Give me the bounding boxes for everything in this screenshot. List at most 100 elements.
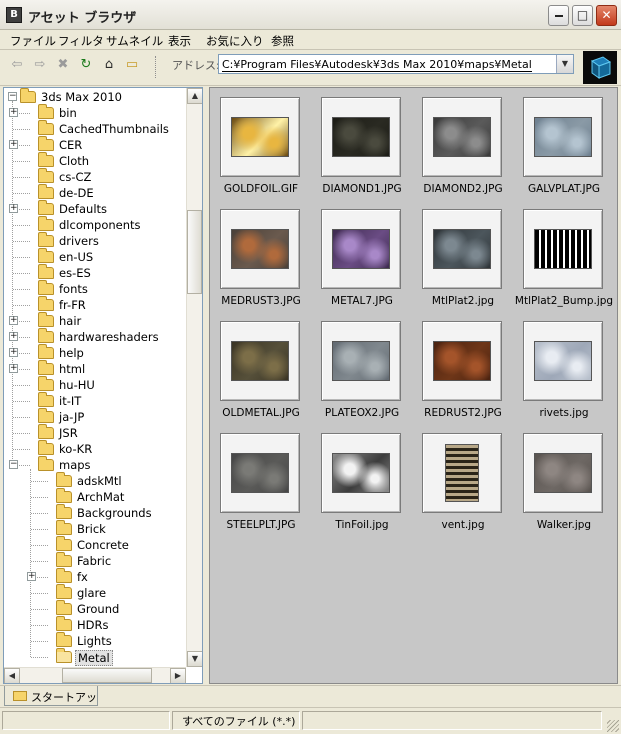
minimize-button[interactable]: 0 — [548, 5, 569, 26]
scroll-down-icon[interactable]: ▼ — [187, 651, 202, 667]
expand-icon[interactable]: + — [9, 332, 18, 341]
thumbnail-item[interactable] — [523, 321, 603, 401]
tree-item[interactable]: + hair — [4, 312, 186, 329]
address-field[interactable]: C:¥Program Files¥Autodesk¥3ds Max 2010¥m… — [218, 54, 574, 74]
tree-item[interactable]: − 3ds Max 2010 — [4, 88, 186, 105]
tree-item[interactable]: cs-CZ — [4, 168, 186, 185]
thumbnail-item[interactable] — [523, 209, 603, 289]
thumbnail-item[interactable] — [220, 433, 300, 513]
tree-item[interactable]: Lights — [4, 632, 186, 649]
thumbnail-item[interactable] — [321, 97, 401, 177]
folder-icon — [38, 328, 54, 343]
thumbnail-item[interactable] — [220, 321, 300, 401]
tree-item[interactable]: dlcomponents — [4, 216, 186, 233]
home-icon[interactable]: ⌂ — [100, 56, 118, 74]
tree-item[interactable]: + hardwareshaders — [4, 328, 186, 345]
thumbnail-item[interactable] — [422, 433, 502, 513]
scroll-left-icon[interactable]: ◀ — [4, 668, 20, 683]
tree-item[interactable]: Ground — [4, 600, 186, 617]
expand-icon[interactable]: + — [27, 572, 36, 581]
h-scroll-thumb[interactable] — [62, 668, 152, 683]
tree-item[interactable]: glare — [4, 584, 186, 601]
tree-item[interactable]: drivers — [4, 232, 186, 249]
tree-item[interactable]: − maps — [4, 456, 186, 473]
tree-item[interactable]: Fabric — [4, 552, 186, 569]
tree-item[interactable]: Cloth — [4, 152, 186, 169]
tree-guide-line — [31, 609, 48, 610]
tree-vertical-scrollbar[interactable]: ▲ ▼ — [186, 88, 202, 667]
tree-item[interactable]: + CER — [4, 136, 186, 153]
folder-icon — [38, 136, 54, 151]
expand-icon[interactable]: + — [9, 364, 18, 373]
menu-file[interactable]: ファイル — [10, 33, 56, 49]
scroll-thumb[interactable] — [187, 210, 202, 294]
menu-view[interactable]: 表示 — [168, 33, 191, 49]
refresh-icon[interactable]: ↻ — [77, 56, 95, 74]
tree-item[interactable]: hu-HU — [4, 376, 186, 393]
address-dropdown-button[interactable]: ▼ — [556, 55, 573, 73]
scroll-up-icon[interactable]: ▲ — [187, 88, 202, 104]
toolbar-separator — [155, 56, 157, 78]
thumbnail-item[interactable] — [422, 321, 502, 401]
menu-filter[interactable]: フィルタ — [58, 33, 104, 49]
resize-grip-icon[interactable] — [607, 720, 619, 732]
thumbnail-item[interactable] — [523, 433, 603, 513]
tab-startup[interactable]: スタートアップ — [4, 686, 98, 720]
folder-icon — [38, 232, 54, 247]
forward-arrow-icon[interactable]: ⇨ — [31, 56, 49, 74]
tree-item[interactable]: ko-KR — [4, 440, 186, 457]
tree-item[interactable]: de-DE — [4, 184, 186, 201]
tree-item[interactable]: + html — [4, 360, 186, 377]
expand-icon[interactable]: + — [9, 204, 18, 213]
tree-item[interactable]: Metal — [4, 648, 186, 666]
tree-item[interactable]: HDRs — [4, 616, 186, 633]
folder-icon — [38, 296, 54, 311]
thumbnail-label: MtlPlat2_Bump.jpg — [514, 295, 614, 307]
tree-item[interactable]: ArchMat — [4, 488, 186, 505]
tree-item[interactable]: JSR — [4, 424, 186, 441]
tree-item[interactable]: + Defaults — [4, 200, 186, 217]
tree-item[interactable]: Brick — [4, 520, 186, 537]
tree-item[interactable]: fonts — [4, 280, 186, 297]
tree-item[interactable]: Backgrounds — [4, 504, 186, 521]
thumbnail-item[interactable] — [523, 97, 603, 177]
close-button[interactable]: ✕ — [596, 5, 617, 26]
texture-preview-image — [231, 453, 289, 493]
thumbnail-item[interactable] — [220, 97, 300, 177]
thumbnail-item[interactable] — [321, 433, 401, 513]
menu-browse[interactable]: 参照 — [271, 33, 294, 49]
expand-icon[interactable]: + — [9, 348, 18, 357]
tree-item[interactable]: CachedThumbnails — [4, 120, 186, 137]
thumbnail-item[interactable] — [422, 209, 502, 289]
scroll-right-icon[interactable]: ▶ — [170, 668, 186, 683]
maximize-button[interactable]: □ — [572, 5, 593, 26]
stop-icon[interactable]: ✖ — [54, 56, 72, 74]
expand-icon[interactable]: + — [9, 108, 18, 117]
tree-item[interactable]: + help — [4, 344, 186, 361]
expand-icon[interactable]: + — [9, 140, 18, 149]
collapse-icon[interactable]: − — [9, 460, 18, 469]
tree-item[interactable]: Concrete — [4, 536, 186, 553]
tree-item[interactable]: it-IT — [4, 392, 186, 409]
thumbnail-label: DIAMOND1.JPG — [322, 183, 402, 195]
tree-item[interactable]: fr-FR — [4, 296, 186, 313]
menu-favorites[interactable]: お気に入り — [206, 33, 264, 49]
tree-item[interactable]: en-US — [4, 248, 186, 265]
thumbnail-item[interactable] — [321, 209, 401, 289]
folder-up-icon[interactable]: ▭ — [123, 56, 141, 74]
tree-item[interactable]: adskMtl — [4, 472, 186, 489]
folder-tree[interactable]: ▲ ▼ ◀ ▶ − 3ds Max 2010 + bin CachedThumbnail… — [3, 87, 203, 684]
collapse-icon[interactable]: − — [8, 92, 17, 101]
back-arrow-icon[interactable]: ⇦ — [8, 56, 26, 74]
tree-horizontal-scrollbar[interactable]: ◀ ▶ — [4, 667, 186, 683]
tree-item-label: adskMtl — [77, 474, 122, 488]
thumbnail-item[interactable] — [220, 209, 300, 289]
thumbnail-item[interactable] — [321, 321, 401, 401]
tree-item[interactable]: + fx — [4, 568, 186, 585]
menu-thumbnail[interactable]: サムネイル — [106, 33, 163, 49]
expand-icon[interactable]: + — [9, 316, 18, 325]
tree-item[interactable]: + bin — [4, 104, 186, 121]
tree-item[interactable]: ja-JP — [4, 408, 186, 425]
thumbnail-item[interactable] — [422, 97, 502, 177]
tree-item[interactable]: es-ES — [4, 264, 186, 281]
